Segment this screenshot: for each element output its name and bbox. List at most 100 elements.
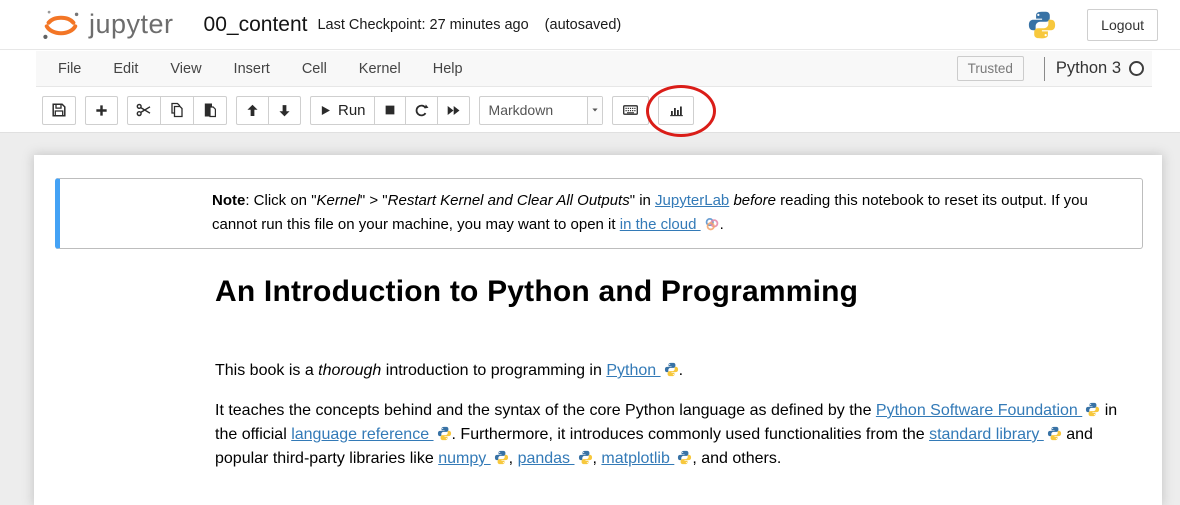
standard-library-link[interactable]: standard library bbox=[929, 426, 1062, 443]
note-label: Note bbox=[212, 192, 245, 209]
move-cell-down-button[interactable] bbox=[269, 96, 301, 125]
command-palette-button[interactable] bbox=[612, 96, 649, 125]
in-the-cloud-link[interactable]: in the cloud bbox=[620, 216, 720, 233]
notebook-status-group: Trusted Python 3 bbox=[957, 56, 1152, 81]
menu-cell[interactable]: Cell bbox=[286, 51, 343, 87]
link-text: standard library bbox=[929, 426, 1044, 443]
menu-file[interactable]: File bbox=[42, 51, 97, 87]
link-text: in the cloud bbox=[620, 216, 701, 233]
interrupt-kernel-button[interactable] bbox=[375, 96, 406, 125]
matplotlib-link[interactable]: matplotlib bbox=[601, 450, 692, 467]
header-right-group: Logout bbox=[1027, 9, 1158, 41]
numpy-link[interactable]: numpy bbox=[438, 450, 508, 467]
text-run: : Click on " bbox=[245, 192, 316, 209]
last-checkpoint-text: Last Checkpoint: 27 minutes ago bbox=[317, 17, 528, 33]
text-run: , bbox=[509, 450, 518, 467]
python-logo-icon bbox=[1027, 10, 1057, 40]
arrow-up-icon bbox=[245, 103, 260, 118]
psf-link[interactable]: Python Software Foundation bbox=[876, 402, 1100, 419]
bar-chart-icon bbox=[668, 102, 684, 118]
plus-icon bbox=[94, 103, 109, 118]
menu-help[interactable]: Help bbox=[417, 51, 479, 87]
link-text: Python bbox=[606, 362, 660, 379]
caret-down-icon bbox=[589, 104, 601, 116]
text-run: , and others. bbox=[692, 450, 781, 467]
python-logo-icon bbox=[494, 450, 509, 465]
cell-type-value: Markdown bbox=[480, 97, 587, 124]
text-run: It teaches the concepts behind and the s… bbox=[215, 402, 876, 419]
refresh-icon bbox=[414, 103, 429, 118]
text-run: . bbox=[679, 362, 683, 379]
text-run: " in bbox=[630, 192, 655, 209]
run-label: Run bbox=[338, 102, 366, 119]
run-cell-button[interactable]: Run bbox=[310, 96, 375, 125]
python-logo-icon bbox=[578, 450, 593, 465]
header-bar: jupyter 00_content Last Checkpoint: 27 m… bbox=[0, 0, 1180, 50]
notebook-title[interactable]: 00_content bbox=[204, 13, 308, 37]
text-run: . Furthermore, it introduces commonly us… bbox=[452, 426, 930, 443]
text-run: introduction to programming in bbox=[381, 362, 606, 379]
python-link[interactable]: Python bbox=[606, 362, 678, 379]
link-text: Python Software Foundation bbox=[876, 402, 1082, 419]
jupyterlab-link[interactable]: JupyterLab bbox=[655, 192, 729, 209]
text-run: before bbox=[733, 192, 776, 209]
notebook-background: Note: Click on "Kernel" > "Restart Kerne… bbox=[0, 133, 1180, 505]
add-cell-button[interactable] bbox=[85, 96, 118, 125]
link-text: matplotlib bbox=[601, 450, 674, 467]
link-text: pandas bbox=[518, 450, 575, 467]
chart-extension-button[interactable] bbox=[658, 96, 694, 125]
pandas-link[interactable]: pandas bbox=[518, 450, 593, 467]
fast-forward-icon bbox=[446, 103, 461, 118]
language-reference-link[interactable]: language reference bbox=[291, 426, 451, 443]
trusted-badge[interactable]: Trusted bbox=[957, 56, 1024, 81]
kernel-idle-indicator-icon bbox=[1129, 61, 1144, 76]
link-text: language reference bbox=[291, 426, 433, 443]
save-button[interactable] bbox=[42, 96, 76, 125]
restart-run-all-button[interactable] bbox=[438, 96, 470, 125]
text-run: Kernel bbox=[317, 192, 360, 209]
arrow-down-icon bbox=[277, 103, 292, 118]
menu-kernel[interactable]: Kernel bbox=[343, 51, 417, 87]
jupyter-logo-text[interactable]: jupyter bbox=[89, 9, 174, 40]
restart-kernel-button[interactable] bbox=[406, 96, 438, 125]
save-icon bbox=[51, 102, 67, 118]
stop-icon bbox=[383, 103, 397, 117]
text-run: . bbox=[720, 216, 724, 233]
text-run: Restart Kernel and Clear All Outputs bbox=[388, 192, 630, 209]
divider bbox=[1044, 57, 1045, 81]
move-cell-up-button[interactable] bbox=[236, 96, 269, 125]
logout-button[interactable]: Logout bbox=[1087, 9, 1158, 41]
toolbar: Run Markdown bbox=[0, 88, 1180, 133]
autosave-status: (autosaved) bbox=[545, 17, 622, 33]
python-logo-icon bbox=[1085, 402, 1100, 417]
note-callout: Note: Click on "Kernel" > "Restart Kerne… bbox=[55, 178, 1143, 249]
jupyter-notebook-app: jupyter 00_content Last Checkpoint: 27 m… bbox=[0, 0, 1180, 505]
description-paragraph: It teaches the concepts behind and the s… bbox=[215, 399, 1122, 471]
scissors-icon bbox=[136, 102, 152, 118]
python-logo-icon bbox=[1047, 426, 1062, 441]
paste-icon bbox=[202, 102, 218, 118]
copy-cell-button[interactable] bbox=[161, 96, 194, 125]
menu-bar: File Edit View Insert Cell Kernel Help T… bbox=[36, 51, 1152, 87]
menu-insert[interactable]: Insert bbox=[218, 51, 286, 87]
play-icon bbox=[319, 104, 332, 117]
select-arrow[interactable] bbox=[587, 97, 602, 124]
text-run: This book is a bbox=[215, 362, 318, 379]
text-run: thorough bbox=[318, 362, 381, 379]
intro-paragraph: This book is a thorough introduction to … bbox=[215, 359, 1125, 383]
python-logo-icon bbox=[677, 450, 692, 465]
menu-edit[interactable]: Edit bbox=[97, 51, 154, 87]
cell-type-select[interactable]: Markdown bbox=[479, 96, 603, 125]
keyboard-icon bbox=[621, 102, 640, 118]
kernel-name: Python 3 bbox=[1056, 59, 1121, 78]
cut-cell-button[interactable] bbox=[127, 96, 161, 125]
binder-icon bbox=[704, 216, 720, 232]
paste-cell-button[interactable] bbox=[194, 96, 227, 125]
copy-icon bbox=[169, 102, 185, 118]
python-logo-icon bbox=[664, 362, 679, 377]
notebook-container[interactable]: Note: Click on "Kernel" > "Restart Kerne… bbox=[34, 155, 1162, 505]
text-run: " > " bbox=[360, 192, 388, 209]
page-title: An Introduction to Python and Programmin… bbox=[215, 275, 858, 309]
link-text: numpy bbox=[438, 450, 490, 467]
menu-view[interactable]: View bbox=[154, 51, 217, 87]
